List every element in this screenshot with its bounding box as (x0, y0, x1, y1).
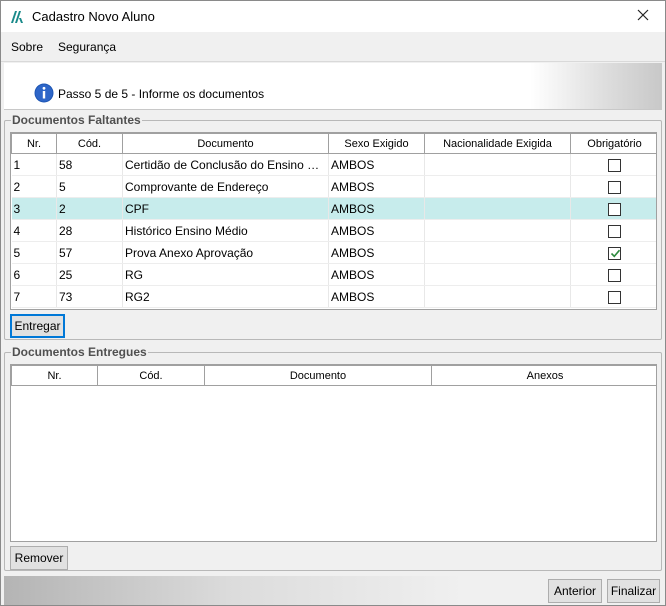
cell-documento: Comprovante de Endereço (122, 175, 329, 198)
table-row[interactable]: 6 25 RG AMBOS (11, 263, 656, 286)
cell-cod: 28 (56, 219, 123, 242)
anterior-button[interactable]: Anterior (548, 579, 602, 603)
app-logo-icon (10, 9, 26, 25)
faltantes-grid[interactable]: Nr. Cód. Documento Sexo Exigido Nacional… (10, 132, 657, 310)
cell-sexo: AMBOS (328, 219, 425, 242)
cell-obrigatorio (570, 219, 656, 242)
col-header-documento[interactable]: Documento (204, 365, 432, 386)
obrigatorio-checkbox[interactable] (608, 224, 621, 238)
cell-cod: 25 (56, 263, 123, 286)
cell-nr: 1 (11, 153, 57, 176)
cell-nr: 4 (11, 219, 57, 242)
cell-obrigatorio (570, 175, 656, 198)
cell-documento: CPF (122, 197, 329, 220)
table-row[interactable]: 3 2 CPF AMBOS (11, 197, 656, 220)
cell-sexo: AMBOS (328, 263, 425, 286)
window-title: Cadastro Novo Aluno (32, 9, 155, 24)
cell-documento: RG (122, 263, 329, 286)
title-bar: Cadastro Novo Aluno (1, 1, 665, 32)
close-button[interactable] (621, 1, 665, 32)
entregues-group: Documentos Entregues Nr. Cód. Documento … (4, 345, 662, 571)
cell-nacionalidade (424, 285, 571, 308)
cell-cod: 73 (56, 285, 123, 308)
table-row[interactable]: 4 28 Histórico Ensino Médio AMBOS (11, 219, 656, 242)
cell-nr: 5 (11, 241, 57, 264)
cell-cod: 57 (56, 241, 123, 264)
remover-button[interactable]: Remover (10, 546, 68, 570)
info-icon (34, 83, 54, 103)
cell-cod: 58 (56, 153, 123, 176)
faltantes-header-row: Nr. Cód. Documento Sexo Exigido Nacional… (11, 133, 656, 154)
cell-sexo: AMBOS (328, 241, 425, 264)
table-row[interactable]: 5 57 Prova Anexo Aprovação AMBOS (11, 241, 656, 264)
obrigatorio-checkbox[interactable] (608, 202, 621, 216)
col-header-nr[interactable]: Nr. (11, 133, 57, 154)
table-row[interactable]: 1 58 Certidão de Conclusão do Ensino Médio… (11, 153, 656, 176)
dialog-window: Cadastro Novo Aluno Sobre Segurança Pass… (0, 0, 666, 606)
obrigatorio-checkbox[interactable] (608, 158, 621, 172)
cell-nr: 7 (11, 285, 57, 308)
cell-documento: Prova Anexo Aprovação (122, 241, 329, 264)
obrigatorio-checkbox[interactable] (608, 290, 621, 304)
obrigatorio-checkbox[interactable] (608, 246, 621, 260)
menu-bar: Sobre Segurança (1, 32, 665, 62)
cell-documento: Certidão de Conclusão do Ensino Médio (122, 153, 329, 176)
table-row[interactable]: 2 5 Comprovante de Endereço AMBOS (11, 175, 656, 198)
cell-sexo: AMBOS (328, 175, 425, 198)
cell-nr: 6 (11, 263, 57, 286)
cell-nacionalidade (424, 175, 571, 198)
cell-sexo: AMBOS (328, 153, 425, 176)
cell-nacionalidade (424, 153, 571, 176)
menu-seguranca[interactable]: Segurança (58, 40, 116, 54)
cell-obrigatorio (570, 197, 656, 220)
cell-nacionalidade (424, 241, 571, 264)
cell-nr: 2 (11, 175, 57, 198)
cell-documento: RG2 (122, 285, 329, 308)
finalizar-button[interactable]: Finalizar (607, 579, 660, 603)
faltantes-legend: Documentos Faltantes (11, 113, 142, 127)
close-icon (637, 9, 649, 24)
faltantes-group: Documentos Faltantes Nr. Cód. Documento … (4, 113, 662, 340)
cell-documento: Histórico Ensino Médio (122, 219, 329, 242)
col-header-cod[interactable]: Cód. (56, 133, 123, 154)
col-header-nacionalidade[interactable]: Nacionalidade Exigida (424, 133, 571, 154)
cell-nacionalidade (424, 197, 571, 220)
col-header-documento[interactable]: Documento (122, 133, 329, 154)
entregues-grid[interactable]: Nr. Cód. Documento Anexos (10, 364, 657, 542)
col-header-cod[interactable]: Cód. (97, 365, 205, 386)
cell-obrigatorio (570, 153, 656, 176)
obrigatorio-checkbox[interactable] (608, 180, 621, 194)
cell-cod: 2 (56, 197, 123, 220)
step-text: Passo 5 de 5 - Informe os documentos (58, 87, 265, 101)
cell-nacionalidade (424, 219, 571, 242)
cell-nacionalidade (424, 263, 571, 286)
entregues-legend: Documentos Entregues (11, 345, 148, 359)
menu-sobre[interactable]: Sobre (11, 40, 43, 54)
entregues-table: Nr. Cód. Documento Anexos (11, 365, 656, 386)
cell-nr: 3 (11, 197, 57, 220)
col-header-nr[interactable]: Nr. (11, 365, 98, 386)
check-icon (610, 249, 621, 258)
table-row[interactable]: 7 73 RG2 AMBOS (11, 285, 656, 308)
cell-obrigatorio (570, 285, 656, 308)
cell-sexo: AMBOS (328, 197, 425, 220)
col-header-anexos[interactable]: Anexos (431, 365, 656, 386)
obrigatorio-checkbox[interactable] (608, 268, 621, 282)
wizard-header: Passo 5 de 5 - Informe os documentos (4, 63, 662, 110)
cell-sexo: AMBOS (328, 285, 425, 308)
col-header-obrigatorio[interactable]: Obrigatório (570, 133, 656, 154)
col-header-sexo[interactable]: Sexo Exigido (328, 133, 425, 154)
faltantes-table: Nr. Cód. Documento Sexo Exigido Nacional… (11, 133, 656, 308)
cell-obrigatorio (570, 263, 656, 286)
entregues-header-row: Nr. Cód. Documento Anexos (11, 365, 656, 386)
cell-obrigatorio (570, 241, 656, 264)
cell-cod: 5 (56, 175, 123, 198)
entregar-button[interactable]: Entregar (10, 314, 65, 338)
